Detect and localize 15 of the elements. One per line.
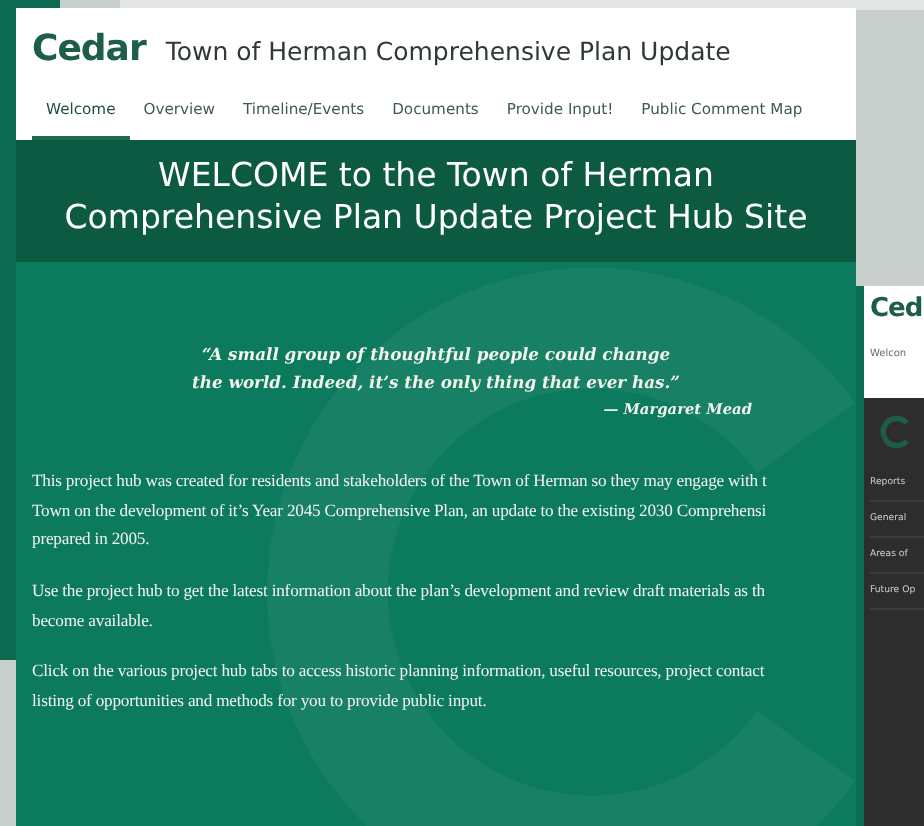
paragraph-line: Town on the development of it’s Year 2045 Comprehensive Plan, an update to the existing 2030 Comprehensi	[32, 497, 769, 524]
quote-text: the world. Indeed, it’s the only thing that ever has.”	[192, 369, 680, 396]
c-logo-icon	[878, 414, 914, 450]
paragraph-line: This project hub was created for residents and stakeholders of the Town of Herman so they may engage with t	[32, 468, 769, 495]
paragraph-line: listing of opportunities and methods for you to provide public input.	[32, 687, 489, 714]
logo-wordmark: Cedar	[32, 32, 146, 68]
quote-text: “A small group of thoughtful people could change	[201, 342, 671, 369]
paragraph-line: become available.	[32, 607, 155, 634]
logo-wordmark: Ced	[870, 294, 924, 324]
banner-heading: WELCOME to the Town of Herman	[158, 156, 714, 198]
paragraph-line: Click on the various project hub tabs to access historic planning information, useful resources, project contact	[32, 658, 767, 685]
banner-heading: Comprehensive Plan Update Project Hub Site	[64, 197, 808, 239]
paragraph-line: Use the project hub to get the latest information about the plan’s development and review draft materials as th	[32, 577, 767, 604]
site-title: Town of Herman Comprehensive Plan Update	[165, 35, 731, 65]
paragraph-line: prepared in 2005.	[32, 526, 152, 553]
